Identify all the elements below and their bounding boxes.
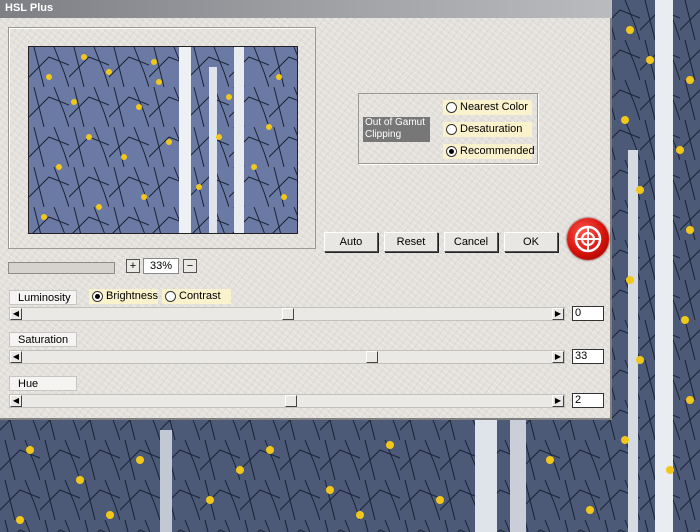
hsl-plus-dialog: HSL Plus Out of Gamut Clipping Nearest C… (0, 0, 612, 420)
hue-label: Hue (9, 376, 77, 391)
gamut-clipping-label: Out of Gamut Clipping (363, 117, 430, 142)
saturation-slider[interactable]: ◀ ▶ (9, 350, 565, 364)
slider-thumb[interactable] (285, 395, 297, 407)
saturation-label: Saturation (9, 332, 77, 347)
arrow-left-icon[interactable]: ◀ (10, 308, 22, 320)
radio-label: Recommended (460, 145, 535, 157)
radio-label: Brightness (106, 290, 158, 302)
window-title: HSL Plus (5, 2, 54, 14)
radio-brightness[interactable]: Brightness (89, 289, 158, 304)
luminosity-label: Luminosity (9, 290, 77, 305)
title-bar[interactable]: HSL Plus (0, 0, 612, 18)
radio-label: Desaturation (460, 123, 523, 135)
arrow-left-icon[interactable]: ◀ (10, 395, 22, 407)
radio-label: Nearest Color (460, 101, 528, 113)
hue-slider[interactable]: ◀ ▶ (9, 394, 565, 408)
arrow-right-icon[interactable]: ▶ (552, 395, 564, 407)
luminosity-value[interactable]: 0 (572, 306, 604, 321)
zoom-out-button[interactable]: − (183, 259, 197, 273)
radio-indicator (446, 102, 457, 113)
hue-value[interactable]: 2 (572, 393, 604, 408)
cancel-button[interactable]: Cancel (444, 232, 498, 252)
preview-image[interactable] (28, 46, 298, 234)
saturation-value[interactable]: 33 (572, 349, 604, 364)
ok-button[interactable]: OK (504, 232, 558, 252)
slider-thumb[interactable] (366, 351, 378, 363)
zoom-in-button[interactable]: + (126, 259, 140, 273)
arrow-left-icon[interactable]: ◀ (10, 351, 22, 363)
radio-recommended[interactable]: Recommended (443, 144, 535, 159)
radio-indicator (92, 291, 103, 302)
radio-label: Contrast (179, 290, 221, 302)
slider-thumb[interactable] (282, 308, 294, 320)
radio-contrast[interactable]: Contrast (162, 289, 231, 304)
radio-indicator (446, 146, 457, 157)
zoom-navigator[interactable] (8, 262, 115, 274)
help-button[interactable] (567, 218, 609, 260)
preview-photo (29, 47, 297, 233)
radio-indicator (446, 124, 457, 135)
lifebuoy-icon (574, 225, 602, 253)
arrow-right-icon[interactable]: ▶ (552, 308, 564, 320)
luminosity-slider[interactable]: ◀ ▶ (9, 307, 565, 321)
auto-button[interactable]: Auto (324, 232, 378, 252)
arrow-right-icon[interactable]: ▶ (552, 351, 564, 363)
radio-nearest-color[interactable]: Nearest Color (443, 100, 532, 115)
radio-indicator (165, 291, 176, 302)
zoom-level: 33% (143, 258, 179, 274)
reset-button[interactable]: Reset (384, 232, 438, 252)
radio-desaturation[interactable]: Desaturation (443, 122, 532, 137)
